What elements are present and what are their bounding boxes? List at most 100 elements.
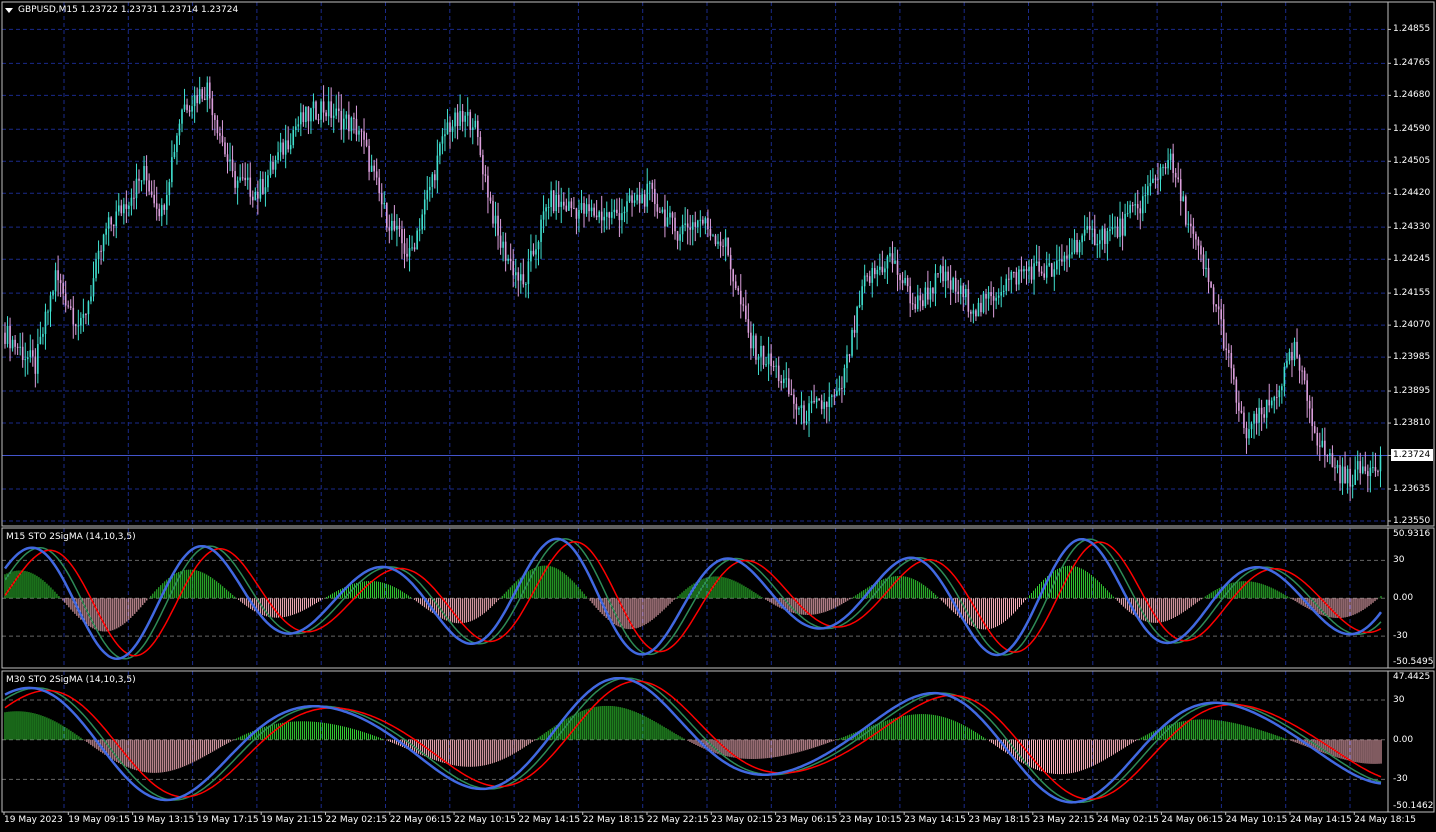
candle-body [613,209,616,213]
symbol-dropdown-icon[interactable] [5,8,13,13]
price-axis-label: 1.23810 [1393,418,1431,429]
candle-body [459,111,461,126]
price-axis-label: 1.23985 [1393,352,1431,363]
candle-body [1374,467,1377,472]
candle-body [461,111,464,122]
candle-body [234,171,236,188]
candle-body [891,253,894,264]
candle-body [937,273,939,275]
candle-body [224,142,226,155]
candle-body [767,353,770,365]
candle-body [1061,259,1063,262]
candle-body [1025,269,1028,271]
candle-body [522,274,525,285]
candle-body [482,155,484,175]
candle-body [115,211,118,227]
candle-body [517,272,520,281]
candle-body [1303,370,1306,381]
candle-body [547,206,550,208]
candle-body [434,174,436,181]
candle-body [49,295,52,312]
candle-body [633,200,636,203]
candle-body [765,364,767,366]
candle-body [469,112,472,130]
candle-body [80,317,82,326]
candle-body [160,205,163,217]
candle-body [92,278,95,297]
stochastic-main-line [4,677,1382,804]
candle-body [1321,440,1324,447]
candle-body [1326,455,1329,457]
candle-body [102,234,105,252]
candle-body [1141,196,1144,214]
candle-body [846,354,848,369]
candle-body [638,194,641,204]
candle-body [117,205,120,212]
candle-body [272,161,274,170]
candle-body [221,135,224,143]
candle-body [26,357,29,360]
candle-body [1217,306,1220,310]
candle-body [739,290,742,305]
candle-body [112,224,115,227]
candle-body [128,205,130,209]
price-candles [4,76,1382,502]
candle-body [1050,263,1053,277]
candle-body [691,222,694,230]
candle-body [259,178,262,199]
candle-body [959,285,962,295]
candle-body [810,401,813,404]
candle-body [1167,160,1169,169]
candle-body [59,280,62,284]
candle-body [1045,265,1048,278]
candle-body [820,400,823,409]
candle-body [881,266,884,273]
candle-body [135,178,138,199]
candle-body [785,378,788,380]
candle-body [542,211,545,220]
candle-body [669,212,671,218]
candle-body [1240,410,1243,413]
candle-body [856,306,858,333]
candle-body [530,250,532,262]
candle-body [689,227,692,230]
candle-body [1147,186,1149,196]
candle-body [368,145,370,172]
candle-body [512,261,515,276]
candle-body [143,166,145,181]
trading-chart[interactable] [0,0,1436,832]
chart-grid [2,2,1391,815]
candle-body [737,288,740,291]
candle-body [1346,468,1349,484]
candle-body [1078,242,1081,253]
candle-body [909,286,911,304]
candle-body [426,190,429,200]
candle-body [557,194,560,207]
candle-body [623,211,626,214]
candle-body [975,310,977,317]
candle-body [418,229,421,231]
indicator-axis-label: -50.1462 [1393,801,1434,811]
candle-body [1207,267,1210,282]
candle-body [365,139,368,146]
candle-body [431,174,434,187]
candle-body [236,180,239,188]
candle-body [396,225,398,230]
candle-body [866,275,868,277]
candle-body [795,403,798,410]
candle-body [1308,400,1311,409]
candle-body [44,311,47,334]
candle-body [552,190,555,212]
candle-body [203,98,206,100]
candle-body [155,203,158,209]
candle-body [441,136,444,144]
candle-body [540,219,542,242]
candle-body [914,304,917,309]
price-axis-label: 1.24420 [1393,188,1431,199]
candle-body [380,193,383,205]
candle-body [350,117,353,132]
candle-body [1210,281,1212,288]
candle-body [456,112,459,126]
candle-body [580,203,583,210]
candle-body [904,277,906,284]
